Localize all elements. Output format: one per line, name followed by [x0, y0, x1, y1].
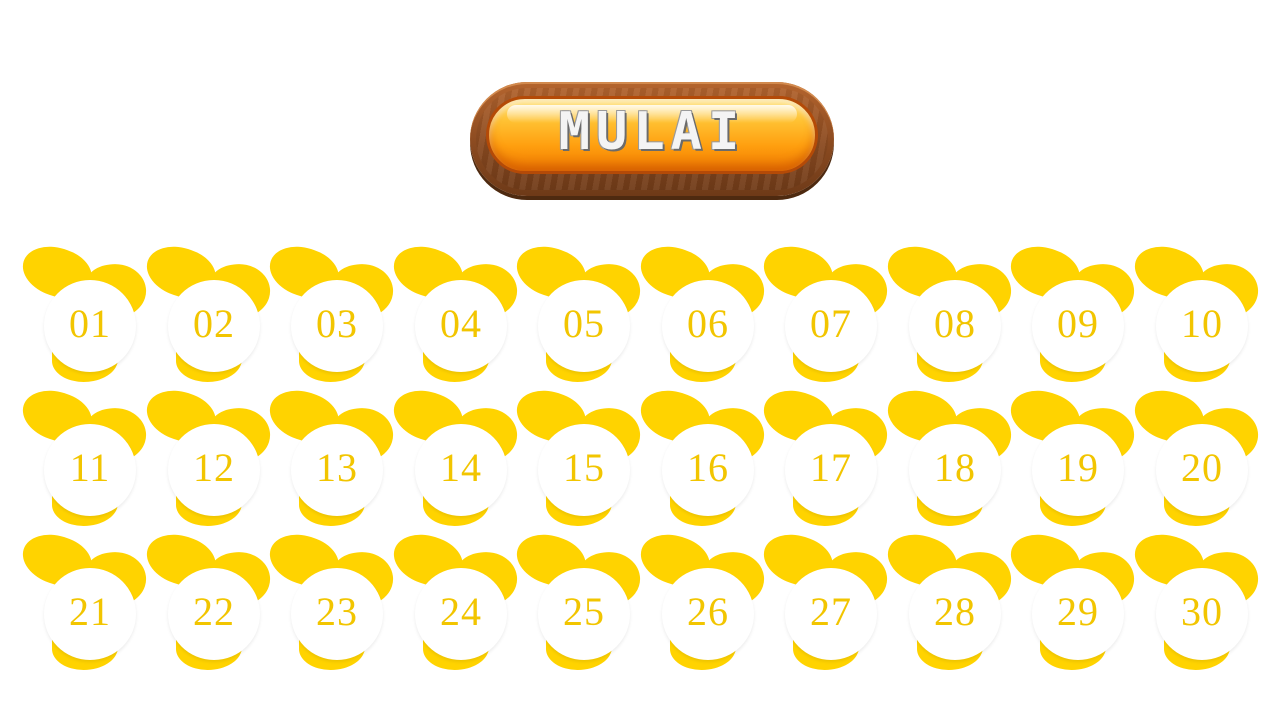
tile-number: 15	[563, 445, 605, 490]
level-tile[interactable]: 11	[16, 382, 150, 534]
tile-number: 20	[1181, 445, 1223, 490]
tile-number: 30	[1181, 589, 1223, 634]
tile-number: 25	[563, 589, 605, 634]
level-tile[interactable]: 26	[634, 526, 768, 678]
tile-number: 17	[810, 445, 852, 490]
tile-number: 03	[316, 301, 358, 346]
start-button[interactable]: MULAI	[470, 82, 834, 196]
tile-number: 01	[69, 301, 111, 346]
tile-number: 05	[563, 301, 605, 346]
tile-number: 24	[440, 589, 482, 634]
level-tile[interactable]: 15	[510, 382, 644, 534]
level-tile[interactable]: 27	[757, 526, 891, 678]
tile-number: 28	[934, 589, 976, 634]
level-tile[interactable]: 22	[140, 526, 274, 678]
level-tile[interactable]: 06	[634, 238, 768, 390]
tile-number: 02	[193, 301, 235, 346]
tile-number: 06	[687, 301, 729, 346]
level-tile[interactable]: 29	[1004, 526, 1138, 678]
tile-number: 09	[1057, 301, 1099, 346]
level-tile[interactable]: 14	[387, 382, 521, 534]
tile-number: 11	[69, 445, 111, 490]
level-tile[interactable]: 09	[1004, 238, 1138, 390]
tile-number: 12	[193, 445, 235, 490]
tile-number: 10	[1181, 301, 1223, 346]
level-tile[interactable]: 02	[140, 238, 274, 390]
level-tile[interactable]: 04	[387, 238, 521, 390]
level-tile[interactable]: 13	[263, 382, 397, 534]
level-tile[interactable]: 23	[263, 526, 397, 678]
tile-number: 19	[1057, 445, 1099, 490]
tile-number: 13	[316, 445, 358, 490]
tile-number: 21	[69, 589, 111, 634]
level-tile[interactable]: 08	[881, 238, 1015, 390]
level-tile[interactable]: 17	[757, 382, 891, 534]
level-tile[interactable]: 12	[140, 382, 274, 534]
level-tile[interactable]: 10	[1128, 238, 1262, 390]
tile-number: 22	[193, 589, 235, 634]
level-tile[interactable]: 18	[881, 382, 1015, 534]
level-tile[interactable]: 01	[16, 238, 150, 390]
level-tile[interactable]: 05	[510, 238, 644, 390]
tile-number: 26	[687, 589, 729, 634]
level-grid: 01 02 03 04 05 06 07 08 09 10 11 12 13 14 15 16 17 18 19 20…	[16, 238, 1262, 686]
level-tile[interactable]: 03	[263, 238, 397, 390]
level-tile[interactable]: 24	[387, 526, 521, 678]
tile-number: 18	[934, 445, 976, 490]
tile-number: 23	[316, 589, 358, 634]
tile-number: 14	[440, 445, 482, 490]
level-tile[interactable]: 30	[1128, 526, 1262, 678]
level-tile[interactable]: 28	[881, 526, 1015, 678]
tile-number: 16	[687, 445, 729, 490]
game-screen: MULAI 01 02 03 04 05 06 07 08 09 10 11 12 13 14 15 16 17…	[0, 0, 1280, 720]
start-button-label: MULAI	[558, 102, 746, 162]
level-tile[interactable]: 07	[757, 238, 891, 390]
level-tile[interactable]: 25	[510, 526, 644, 678]
level-tile[interactable]: 19	[1004, 382, 1138, 534]
tile-number: 27	[810, 589, 852, 634]
tile-number: 29	[1057, 589, 1099, 634]
level-tile[interactable]: 16	[634, 382, 768, 534]
level-tile[interactable]: 20	[1128, 382, 1262, 534]
level-tile[interactable]: 21	[16, 526, 150, 678]
tile-number: 04	[440, 301, 482, 346]
tile-number: 08	[934, 301, 976, 346]
tile-number: 07	[810, 301, 852, 346]
